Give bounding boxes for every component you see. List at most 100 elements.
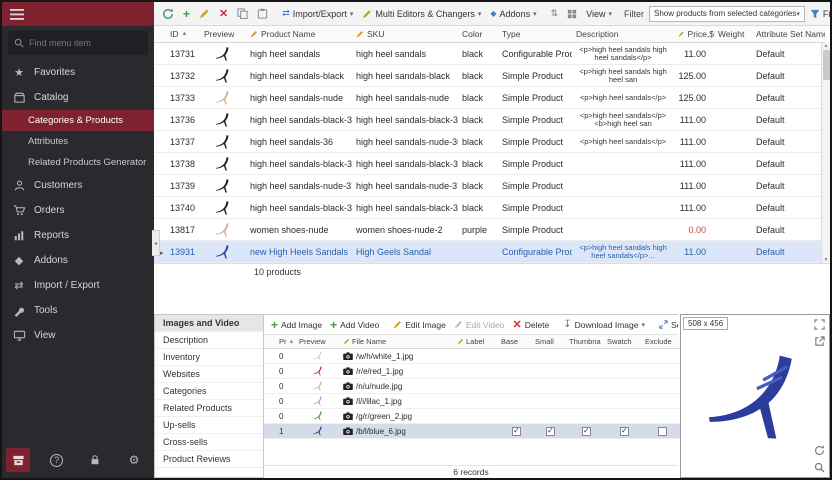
product-table-row[interactable]: 13817 women shoes-nude women shoes-nude-… — [154, 219, 825, 241]
cell-small[interactable] — [532, 397, 566, 406]
image-table-row[interactable]: 0 /n/u/nude.jpg — [264, 379, 680, 394]
cell-exclude[interactable] — [642, 367, 680, 376]
copy-button[interactable] — [233, 6, 252, 21]
add-product-button[interactable]: + — [179, 7, 194, 21]
row-expander[interactable] — [154, 115, 166, 125]
edit-video-button[interactable]: Edit Video — [451, 318, 508, 332]
swatch-checkbox[interactable] — [620, 397, 629, 406]
swatch-checkbox[interactable] — [620, 382, 629, 391]
hamburger-menu-icon[interactable] — [10, 9, 24, 20]
exclude-checkbox[interactable] — [658, 382, 667, 391]
header-id[interactable]: ID▲ — [166, 29, 200, 39]
base-checkbox[interactable] — [512, 367, 521, 376]
swatch-checkbox[interactable] — [620, 427, 629, 436]
cell-small[interactable] — [532, 367, 566, 376]
header-description[interactable]: Description — [572, 29, 674, 39]
row-expander[interactable] — [154, 181, 166, 191]
sidebar-collapse-handle[interactable]: ◂ — [152, 230, 160, 256]
product-table-row[interactable]: 13740 high heel sandals-black-38 high he… — [154, 197, 825, 219]
zoom-button[interactable] — [812, 460, 827, 475]
cell-thumbnail[interactable] — [566, 367, 604, 376]
header-label[interactable]: Label — [454, 337, 498, 346]
tab-up-sells[interactable]: Up-sells — [155, 417, 263, 434]
cell-thumbnail[interactable] — [566, 397, 604, 406]
header-type[interactable]: Type — [498, 29, 572, 39]
tab-cross-sells[interactable]: Cross-sells — [155, 434, 263, 451]
header-attribute-set[interactable]: Attribute Set Name — [752, 29, 825, 39]
cell-base[interactable] — [498, 397, 532, 406]
refresh-button[interactable] — [158, 6, 178, 22]
header-exclude[interactable]: Exclude — [642, 337, 680, 346]
swatch-checkbox[interactable] — [620, 367, 629, 376]
image-table-row[interactable]: 1 /b/l/blue_6.jpg — [264, 424, 680, 439]
cell-exclude[interactable] — [642, 412, 680, 421]
product-table-row[interactable]: 13732 high heel sandals-black high heel … — [154, 65, 825, 87]
base-checkbox[interactable] — [512, 352, 521, 361]
sidebar-item-related-products-generator[interactable]: Related Products Generator — [2, 152, 154, 173]
exclude-checkbox[interactable] — [658, 352, 667, 361]
tab-related-products[interactable]: Related Products — [155, 400, 263, 417]
sidebar-search-input[interactable] — [29, 38, 142, 48]
header-preview[interactable]: Preview — [296, 337, 340, 346]
lock-button[interactable] — [83, 448, 107, 472]
sidebar-item-orders[interactable]: Orders — [2, 198, 154, 223]
thumbnail-checkbox[interactable] — [582, 352, 591, 361]
swatch-checkbox[interactable] — [620, 352, 629, 361]
vertical-scrollbar[interactable]: ▲ ▼ — [821, 43, 830, 263]
thumbnail-checkbox[interactable] — [582, 397, 591, 406]
cell-thumbnail[interactable] — [566, 427, 604, 436]
swatch-checkbox[interactable] — [620, 412, 629, 421]
cell-small[interactable] — [532, 352, 566, 361]
base-checkbox[interactable] — [512, 412, 521, 421]
product-table-row[interactable]: 13738 high heel sandals-black-37 high he… — [154, 153, 825, 175]
settings-gear-button[interactable]: ⚙ — [122, 448, 146, 472]
columns-button[interactable] — [563, 7, 581, 21]
add-image-button[interactable]: +Add Image — [268, 318, 325, 332]
thumbnail-checkbox[interactable] — [582, 367, 591, 376]
sidebar-item-categories-products[interactable]: Categories & Products — [2, 110, 154, 131]
cell-swatch[interactable] — [604, 397, 642, 406]
exclude-checkbox[interactable] — [658, 397, 667, 406]
image-table-row[interactable]: 0 /g/r/green_2.jpg — [264, 409, 680, 424]
header-color[interactable]: Color — [458, 29, 498, 39]
help-button[interactable]: ? — [45, 448, 69, 472]
cell-thumbnail[interactable] — [566, 352, 604, 361]
cell-thumbnail[interactable] — [566, 382, 604, 391]
store-archive-button[interactable] — [6, 448, 30, 472]
scroll-up-icon[interactable]: ▲ — [824, 43, 829, 49]
edit-product-button[interactable] — [195, 6, 214, 21]
thumbnail-checkbox[interactable] — [582, 382, 591, 391]
base-checkbox[interactable] — [512, 397, 521, 406]
cell-exclude[interactable] — [642, 382, 680, 391]
header-file-name[interactable]: File Name — [340, 337, 454, 346]
image-table-row[interactable]: 0 /l/i/lilac_1.jpg — [264, 394, 680, 409]
header-price[interactable]: Price,$ — [674, 29, 714, 39]
cell-exclude[interactable] — [642, 427, 680, 436]
header-thumbnail[interactable]: Thumbna — [566, 337, 604, 346]
sidebar-item-customers[interactable]: Customers — [2, 173, 154, 198]
scroll-down-icon[interactable]: ▼ — [824, 257, 829, 263]
header-base[interactable]: Base — [498, 337, 532, 346]
addons-dropdown[interactable]: ◆ Addons ▾ — [486, 7, 540, 21]
set-resize-rule-button[interactable]: Set Resize Rule▾ — [656, 318, 678, 332]
thumbnail-checkbox[interactable] — [582, 412, 591, 421]
header-product-name[interactable]: Product Name — [246, 29, 352, 39]
row-expander[interactable] — [154, 71, 166, 81]
cell-small[interactable] — [532, 427, 566, 436]
base-checkbox[interactable] — [512, 382, 521, 391]
view-dropdown[interactable]: View ▾ — [582, 7, 616, 21]
cell-small[interactable] — [532, 412, 566, 421]
exclude-checkbox[interactable] — [658, 427, 667, 436]
sort-button[interactable]: ⇅ — [547, 6, 563, 21]
cell-swatch[interactable] — [604, 412, 642, 421]
header-swatch[interactable]: Swatch — [604, 337, 642, 346]
fullscreen-button[interactable] — [812, 317, 827, 332]
image-table-row[interactable]: 0 /r/e/red_1.jpg — [264, 364, 680, 379]
sidebar-item-tools[interactable]: Tools — [2, 298, 154, 323]
product-table-row[interactable]: 13739 high heel sandals-nude-37 high hee… — [154, 175, 825, 197]
header-weight[interactable]: Weight — [714, 29, 752, 39]
base-checkbox[interactable] — [512, 427, 521, 436]
sidebar-item-import-export[interactable]: ⇄ Import / Export — [2, 273, 154, 298]
product-table-row[interactable]: 13733 high heel sandals-nude high heel s… — [154, 87, 825, 109]
product-table-row[interactable]: ▸ 13931 new High Heels Sandals High Geel… — [154, 241, 825, 263]
